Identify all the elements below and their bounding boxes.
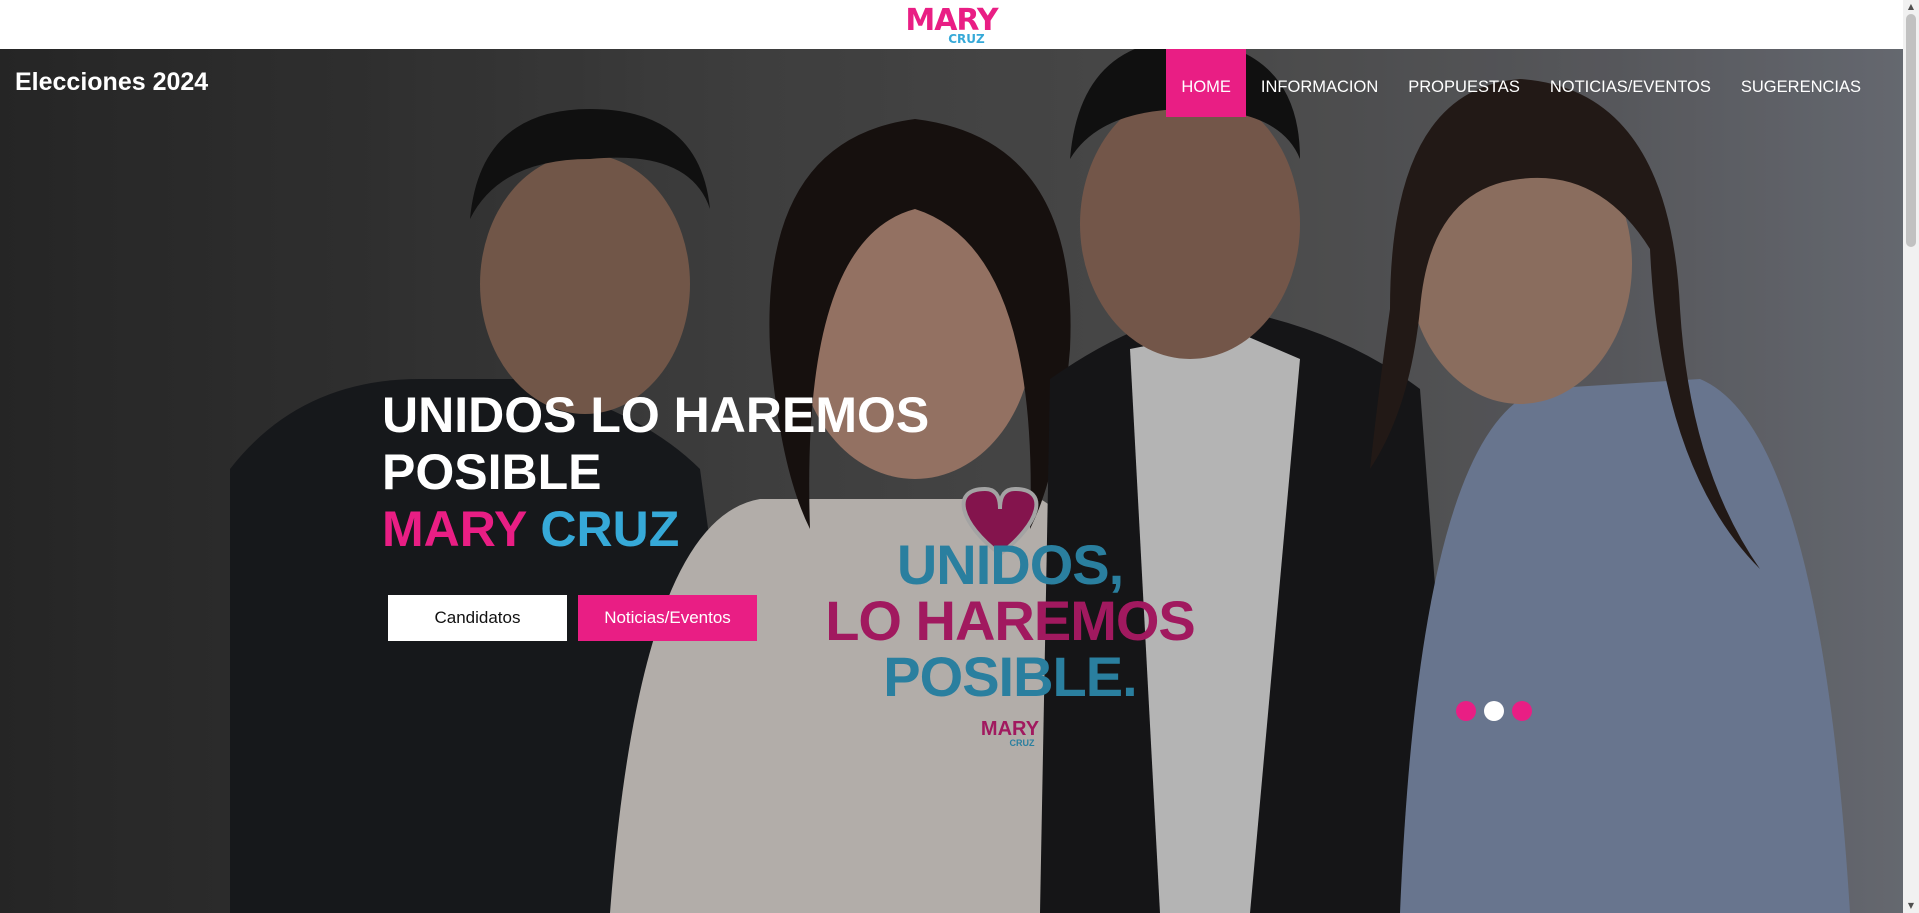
headline-line-2: POSIBLE bbox=[382, 444, 602, 500]
nav-home[interactable]: HOME bbox=[1166, 49, 1246, 117]
carousel-indicators bbox=[1456, 701, 1532, 721]
candidatos-button[interactable]: Candidatos bbox=[388, 595, 567, 641]
site-logo[interactable]: MARY CRUZ bbox=[905, 6, 998, 46]
headline-name-last: CRUZ bbox=[540, 501, 680, 557]
scroll-up-arrow-icon[interactable]: ▲ bbox=[1906, 2, 1916, 12]
hero-headline: UNIDOS LO HAREMOS POSIBLE MARY CRUZ bbox=[382, 387, 929, 558]
scroll-down-arrow-icon[interactable]: ▼ bbox=[1906, 901, 1916, 911]
nav-informacion[interactable]: INFORMACION bbox=[1246, 49, 1393, 117]
logo-cruz-text: CRUZ bbox=[948, 32, 985, 46]
hero-section: UNIDOS, LO HAREMOS POSIBLE. MARY CRUZ El… bbox=[0, 49, 1903, 913]
poster-line-3: POSIBLE. bbox=[883, 645, 1137, 708]
headline-line-1: UNIDOS LO HAREMOS bbox=[382, 387, 930, 443]
carousel-dot-2[interactable] bbox=[1484, 701, 1504, 721]
poster-logo-cruz: CRUZ bbox=[1009, 738, 1035, 748]
poster-logo: MARY CRUZ bbox=[800, 719, 1220, 748]
carousel-dot-3[interactable] bbox=[1512, 701, 1532, 721]
poster-line-2: LO HAREMOS bbox=[825, 589, 1196, 652]
page-scrollbar[interactable]: ▲ ▼ bbox=[1903, 0, 1919, 913]
top-logo-bar: MARY CRUZ bbox=[0, 0, 1903, 49]
brand-title[interactable]: Elecciones 2024 bbox=[15, 68, 208, 97]
scrollbar-thumb[interactable] bbox=[1906, 14, 1916, 247]
nav-sugerencias[interactable]: SUGERENCIAS bbox=[1726, 49, 1876, 117]
headline-name-first: MARY bbox=[382, 501, 527, 557]
hero-dark-overlay bbox=[0, 49, 1903, 913]
main-nav: HOME INFORMACION PROPUESTAS NOTICIAS/EVE… bbox=[1166, 49, 1876, 117]
nav-propuestas[interactable]: PROPUESTAS bbox=[1393, 49, 1535, 117]
poster-logo-mary: MARY bbox=[980, 718, 1040, 740]
noticias-eventos-button[interactable]: Noticias/Eventos bbox=[578, 595, 757, 641]
nav-noticias-eventos[interactable]: NOTICIAS/EVENTOS bbox=[1535, 49, 1726, 117]
headline-name: MARY CRUZ bbox=[382, 501, 929, 558]
poster-slogan: UNIDOS, LO HAREMOS POSIBLE. MARY CRUZ bbox=[800, 537, 1220, 748]
carousel-dot-1[interactable] bbox=[1456, 701, 1476, 721]
